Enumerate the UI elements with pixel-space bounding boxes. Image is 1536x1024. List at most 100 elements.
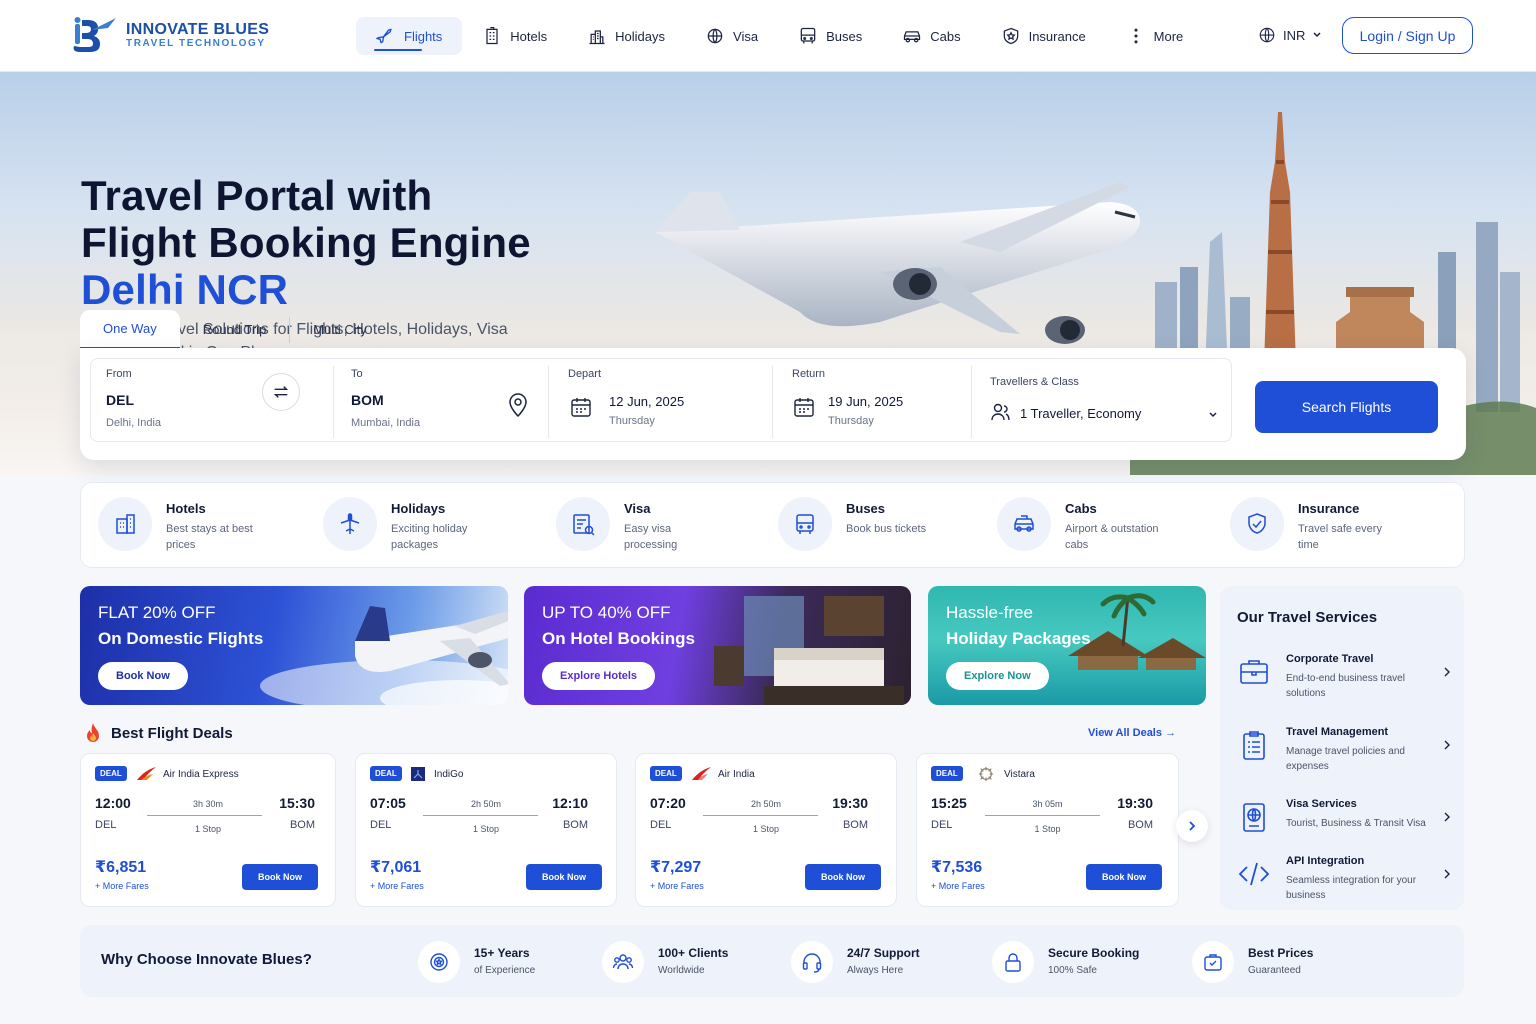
return-label: Return bbox=[792, 368, 826, 380]
airplane-illustration bbox=[655, 182, 1140, 344]
service-desc: Seamless integration for your business bbox=[1286, 875, 1417, 901]
travellers-class-field[interactable]: Travellers & Class 1 Traveller, Economy bbox=[990, 360, 1225, 440]
users-icon bbox=[991, 403, 1010, 421]
why-item-title: Best Prices bbox=[1248, 946, 1314, 960]
service-visa[interactable]: Visa Easy visa processing bbox=[556, 497, 720, 553]
promo-hotel-bookings[interactable]: UP TO 40% OFF On Hotel Bookings Explore … bbox=[524, 586, 911, 705]
why-item-experience: 15+ Years of Experience bbox=[418, 941, 535, 983]
book-now-button[interactable]: Book Now bbox=[526, 864, 602, 890]
vistara-logo-icon bbox=[978, 766, 994, 782]
to-city: Mumbai, India bbox=[351, 417, 421, 429]
main-nav: Flights Hotels Holidays Visa Buses Cabs … bbox=[356, 17, 1203, 55]
promo-domestic-flights[interactable]: FLAT 20% OFF On Domestic Flights Book No… bbox=[80, 586, 508, 705]
deal-price: ₹7,536 bbox=[931, 859, 983, 876]
promo-plane-illustration bbox=[260, 606, 508, 705]
globe-icon bbox=[1259, 27, 1275, 43]
explore-hotels-button[interactable]: Explore Hotels bbox=[542, 662, 656, 690]
deal-card[interactable]: DEAL Vistara 15:25 19:30 DEL BOM 3h 05m … bbox=[916, 753, 1179, 907]
divider bbox=[772, 366, 773, 438]
search-flights-button[interactable]: Search Flights bbox=[1255, 381, 1438, 433]
to-code: BOM bbox=[351, 392, 384, 408]
explore-now-button[interactable]: Explore Now bbox=[946, 662, 1049, 690]
service-title: Travel Management bbox=[1286, 726, 1389, 738]
currency-selector[interactable]: INR bbox=[1258, 26, 1322, 44]
nav-insurance[interactable]: Insurance bbox=[981, 17, 1106, 55]
indigo-logo-icon bbox=[411, 767, 425, 781]
return-field[interactable]: Return 19 Jun, 2025 Thursday bbox=[792, 360, 972, 440]
nav-buses[interactable]: Buses bbox=[778, 17, 882, 55]
service-desc: Airport & outstation cabs bbox=[1065, 523, 1159, 551]
service-title: Visa Services bbox=[1286, 798, 1357, 810]
service-travel-management[interactable]: Travel Management Manage travel policies… bbox=[1237, 726, 1457, 776]
why-item-title: 15+ Years bbox=[474, 946, 530, 960]
divider bbox=[971, 366, 972, 438]
service-desc: Best stays at best prices bbox=[166, 523, 253, 551]
tab-multi-city[interactable]: Multi City bbox=[290, 310, 389, 349]
login-signup-button[interactable]: Login / Sign Up bbox=[1342, 17, 1473, 54]
swap-button[interactable] bbox=[262, 373, 300, 411]
service-holidays[interactable]: Holidays Exciting holiday packages bbox=[323, 497, 487, 553]
promo-line2: On Domestic Flights bbox=[98, 629, 264, 648]
more-fares-link[interactable]: + More Fares bbox=[370, 881, 424, 891]
shield-check-icon bbox=[1248, 513, 1266, 534]
service-title: Cabs bbox=[1065, 501, 1097, 516]
brand-logo[interactable]: INNOVATE BLUES TRAVEL TECHNOLOGY bbox=[70, 16, 269, 54]
divider bbox=[333, 366, 334, 438]
route-line bbox=[985, 815, 1100, 816]
fire-icon bbox=[87, 723, 99, 742]
service-visa-services[interactable]: Visa Services Tourist, Business & Transi… bbox=[1237, 798, 1457, 838]
depart-field[interactable]: Depart 12 Jun, 2025 Thursday bbox=[568, 360, 768, 440]
chevron-down-icon bbox=[1209, 412, 1217, 418]
to-label: To bbox=[351, 368, 363, 380]
nav-visa[interactable]: Visa bbox=[685, 17, 778, 55]
why-item-desc: Guaranteed bbox=[1248, 965, 1301, 976]
top-header: INNOVATE BLUES TRAVEL TECHNOLOGY Flights… bbox=[0, 0, 1536, 72]
brand-tagline: TRAVEL TECHNOLOGY bbox=[126, 38, 266, 49]
air-india-express-logo-icon bbox=[137, 767, 156, 780]
stops: 1 Stop bbox=[194, 824, 222, 834]
tab-one-way[interactable]: One Way bbox=[80, 310, 180, 349]
return-date: 19 Jun, 2025 bbox=[828, 394, 904, 409]
deal-card[interactable]: DEAL IndiGo 07:05 12:10 DEL BOM 2h 50m 1… bbox=[355, 753, 617, 907]
service-cabs[interactable]: Cabs Airport & outstation cabs bbox=[997, 497, 1161, 553]
book-now-button[interactable]: Book Now bbox=[1086, 864, 1162, 890]
headset-icon bbox=[802, 953, 822, 973]
deal-card[interactable]: DEAL Air India Express 12:00 15:30 DEL B… bbox=[80, 753, 336, 907]
more-icon bbox=[1134, 28, 1138, 44]
deal-card[interactable]: DEAL Air India 07:20 19:30 DEL BOM 2h 50… bbox=[635, 753, 897, 907]
hero-title-city: Delhi NCR bbox=[81, 266, 289, 313]
stops: 1 Stop bbox=[472, 824, 500, 834]
more-fares-link[interactable]: + More Fares bbox=[931, 881, 985, 891]
nav-cabs[interactable]: Cabs bbox=[882, 17, 980, 55]
promo-line1: Hassle-free bbox=[946, 603, 1033, 622]
briefcase-icon bbox=[1240, 660, 1268, 684]
visa-icon bbox=[707, 28, 723, 44]
service-api-integration[interactable]: API Integration Seamless integration for… bbox=[1237, 855, 1457, 905]
service-hotels[interactable]: Hotels Best stays at best prices bbox=[98, 497, 262, 553]
air-india-logo-icon bbox=[692, 767, 711, 780]
service-buses[interactable]: Buses Book bus tickets bbox=[778, 497, 942, 551]
from-label: From bbox=[106, 368, 132, 380]
book-now-button[interactable]: Book Now bbox=[98, 662, 188, 690]
service-corporate-travel[interactable]: Corporate Travel End-to-end business tra… bbox=[1237, 653, 1457, 703]
more-fares-link[interactable]: + More Fares bbox=[650, 881, 704, 891]
nav-label: Flights bbox=[404, 28, 443, 44]
book-now-button[interactable]: Book Now bbox=[805, 864, 881, 890]
nav-more[interactable]: More bbox=[1106, 17, 1204, 55]
book-now-button[interactable]: Book Now bbox=[242, 864, 318, 890]
bus-icon bbox=[800, 27, 816, 44]
promo-holiday-packages[interactable]: Hassle-free Holiday Packages Explore Now bbox=[928, 586, 1206, 705]
service-insurance[interactable]: Insurance Travel safe every time bbox=[1230, 497, 1394, 553]
nav-holidays[interactable]: Holidays bbox=[567, 17, 685, 55]
nav-flights[interactable]: Flights bbox=[356, 17, 463, 55]
to-field[interactable]: To BOM Mumbai, India bbox=[351, 360, 531, 440]
nav-hotels[interactable]: Hotels bbox=[462, 17, 567, 55]
why-item-desc: Worldwide bbox=[658, 965, 705, 976]
from-field[interactable]: From DEL Delhi, India bbox=[106, 360, 266, 440]
nav-label: Visa bbox=[733, 28, 759, 44]
view-all-deals-link[interactable]: View All Deals → bbox=[1088, 727, 1176, 739]
deals-next-button[interactable] bbox=[1176, 810, 1208, 842]
tab-round-trip[interactable]: Round Trip bbox=[180, 310, 290, 349]
promo-line2: Holiday Packages bbox=[946, 629, 1091, 648]
more-fares-link[interactable]: + More Fares bbox=[95, 881, 149, 891]
